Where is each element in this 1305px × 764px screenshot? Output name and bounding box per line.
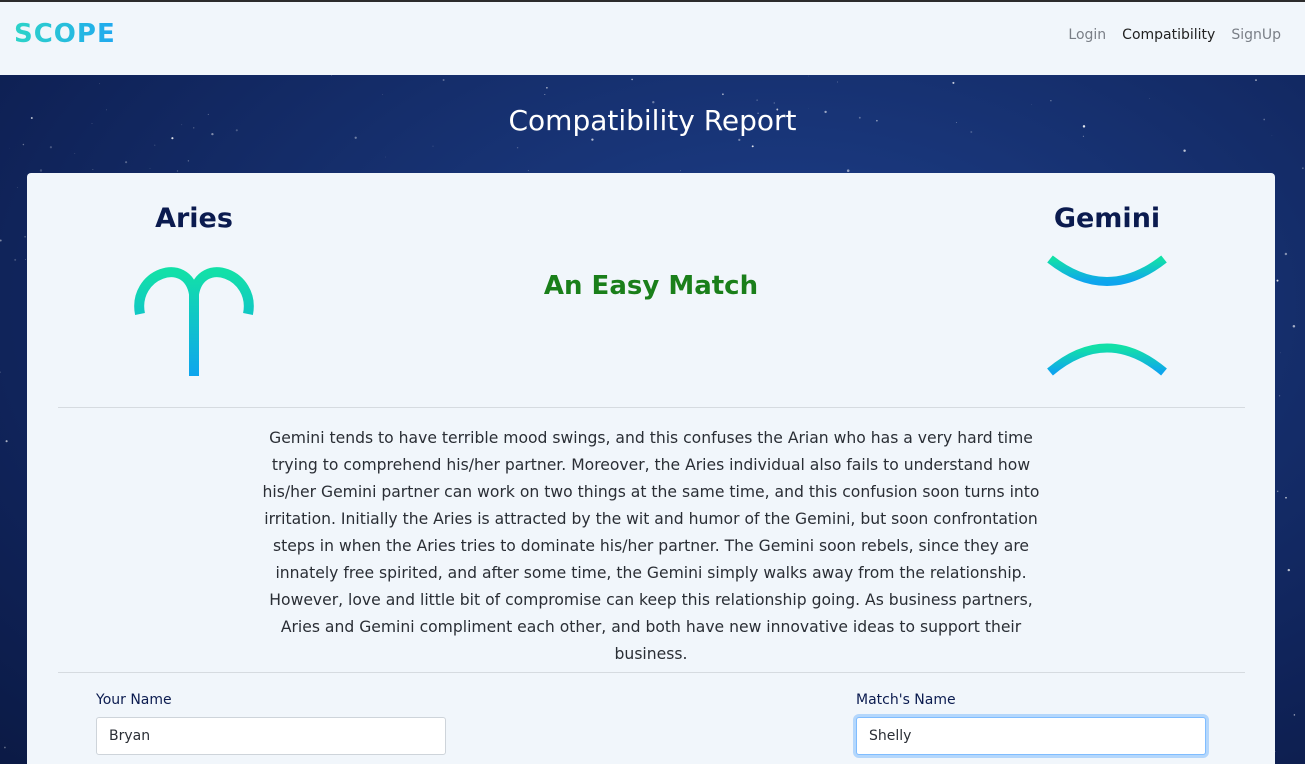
star bbox=[432, 145, 434, 147]
star bbox=[1276, 490, 1279, 493]
star bbox=[39, 169, 43, 172]
star bbox=[1285, 496, 1287, 499]
star bbox=[25, 259, 26, 261]
sign-left-name: Aries bbox=[155, 203, 233, 234]
nav-login[interactable]: Login bbox=[1068, 27, 1106, 43]
star bbox=[331, 75, 332, 76]
brand-logo[interactable]: SCOPE bbox=[14, 19, 116, 49]
star bbox=[808, 75, 809, 77]
star bbox=[756, 99, 758, 101]
star bbox=[738, 138, 741, 142]
star bbox=[1279, 395, 1281, 397]
page-title: Compatibility Report bbox=[508, 104, 797, 137]
compatibility-description: Gemini tends to have terrible mood swing… bbox=[262, 429, 1040, 663]
star bbox=[837, 81, 838, 83]
star bbox=[14, 258, 17, 261]
star bbox=[751, 145, 754, 148]
star bbox=[722, 93, 724, 96]
star bbox=[24, 235, 26, 238]
divider-top bbox=[58, 407, 1245, 408]
star bbox=[680, 170, 681, 172]
star bbox=[1284, 252, 1288, 256]
star bbox=[22, 143, 25, 146]
star bbox=[1149, 98, 1150, 100]
star bbox=[1183, 149, 1186, 152]
compatibility-card: Aries An Easy Match Gemini Gemini tends … bbox=[27, 173, 1275, 764]
divider-bottom bbox=[58, 672, 1245, 673]
your-name-input[interactable] bbox=[96, 717, 446, 755]
star bbox=[125, 161, 128, 164]
your-name-label: Your Name bbox=[96, 692, 172, 708]
star bbox=[1255, 79, 1257, 81]
match-name-input[interactable] bbox=[856, 717, 1206, 755]
star bbox=[591, 138, 594, 141]
star bbox=[516, 147, 519, 149]
star bbox=[49, 146, 53, 149]
sign-right-name: Gemini bbox=[1053, 203, 1161, 234]
nav-links: Login Compatibility SignUp bbox=[1068, 27, 1281, 43]
star bbox=[74, 153, 76, 154]
star bbox=[5, 440, 8, 443]
nav-compatibility[interactable]: Compatibility bbox=[1122, 27, 1215, 43]
star bbox=[0, 371, 1, 373]
star bbox=[187, 160, 190, 162]
star bbox=[149, 167, 151, 169]
star bbox=[171, 137, 174, 140]
star bbox=[1050, 100, 1052, 102]
star bbox=[1287, 568, 1291, 572]
star bbox=[4, 746, 6, 749]
star bbox=[381, 94, 383, 95]
star bbox=[544, 94, 546, 95]
star bbox=[1293, 714, 1296, 716]
star bbox=[92, 169, 94, 170]
star bbox=[952, 81, 955, 84]
star bbox=[1292, 325, 1296, 328]
star bbox=[846, 169, 850, 172]
star bbox=[527, 169, 530, 172]
nav-signup[interactable]: SignUp bbox=[1231, 27, 1281, 43]
top-navbar: SCOPE Login Compatibility SignUp bbox=[0, 0, 1305, 75]
star bbox=[354, 136, 357, 139]
star bbox=[442, 79, 445, 81]
star bbox=[176, 170, 179, 172]
star bbox=[99, 83, 100, 85]
star bbox=[17, 187, 18, 188]
star bbox=[154, 144, 156, 146]
star bbox=[1302, 167, 1304, 169]
star bbox=[631, 78, 633, 81]
star bbox=[546, 86, 548, 89]
match-name-label: Match's Name bbox=[856, 692, 956, 708]
gemini-icon bbox=[1047, 255, 1167, 376]
star bbox=[1276, 279, 1279, 282]
star bbox=[0, 239, 2, 242]
